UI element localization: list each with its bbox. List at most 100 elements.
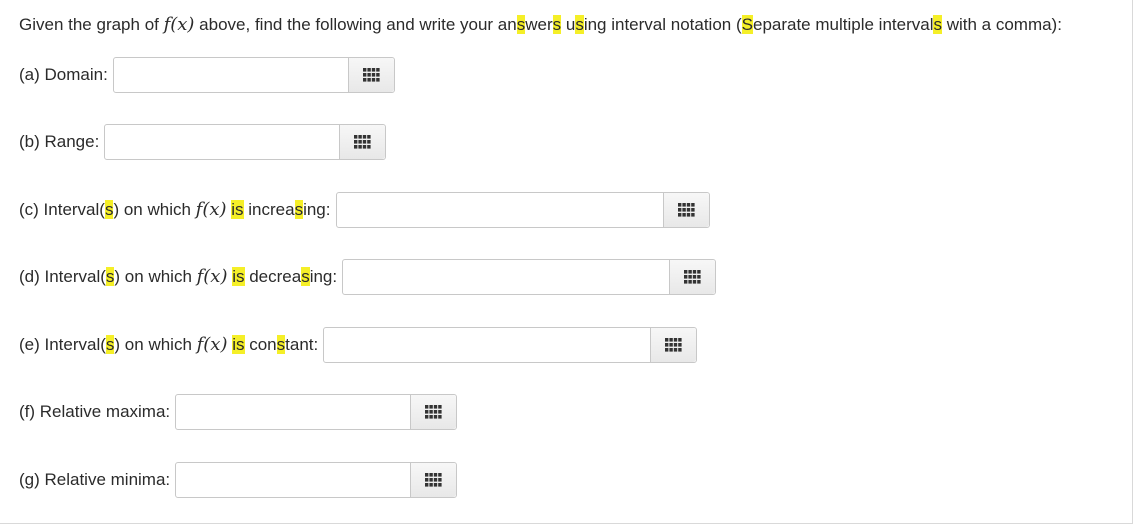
label-part: (c) Interval( (19, 200, 105, 219)
grid-cell (433, 482, 438, 487)
domain-answer-box (112, 57, 395, 93)
grid-cell (678, 342, 682, 347)
grid-keypad-icon (425, 404, 442, 419)
relative-maxima-keypad-button[interactable] (410, 395, 457, 429)
decreasing-input[interactable] (343, 260, 670, 294)
grid-cell (433, 414, 438, 419)
label-part: increa (243, 200, 295, 219)
grid-cell (376, 72, 380, 77)
grid-cell (433, 409, 438, 414)
highlight-mark: is (231, 200, 244, 219)
grid-cell (684, 274, 688, 279)
relative-maxima-answer-box (175, 394, 458, 430)
relative-minima-keypad-button[interactable] (410, 463, 457, 497)
grid-cell (354, 139, 358, 144)
grid-cell (688, 269, 692, 274)
grid-cell (681, 212, 686, 217)
question-domain: (a) Domain: (19, 56, 395, 94)
grid-cell (684, 279, 688, 284)
range-input[interactable] (105, 125, 340, 159)
grid-cell (363, 134, 367, 139)
grid-keypad-icon (425, 472, 442, 487)
label-part: ) on which (114, 267, 197, 286)
grid-cell (674, 347, 678, 352)
constant-label: (e) Interval(s) on which f(x) is constan… (19, 334, 318, 356)
grid-cell (358, 139, 363, 144)
grid-cell (677, 207, 681, 212)
highlight-mark: S (741, 15, 753, 34)
grid-keypad-icon (684, 269, 701, 284)
constant-keypad-button[interactable] (650, 328, 697, 362)
grid-cell (665, 337, 669, 342)
label-part: ing: (303, 200, 331, 219)
grid-cell (692, 279, 697, 284)
function-notation: f(x) (196, 266, 228, 287)
grid-cell (354, 144, 358, 149)
grid-cell (438, 482, 442, 487)
grid-keypad-icon (665, 337, 682, 352)
grid-cell (425, 472, 429, 477)
increasing-label: (c) Interval(s) on which f(x) is increas… (19, 199, 331, 221)
grid-cell (425, 414, 429, 419)
function-notation: f(x) (196, 334, 228, 355)
grid-cell (376, 67, 380, 72)
question-relative-minima: (g) Relative minima: (19, 461, 458, 499)
grid-cell (367, 77, 371, 82)
question-panel: Given the graph of f(x) above, find the … (0, 0, 1133, 524)
constant-input[interactable] (324, 328, 651, 362)
grid-cell (433, 472, 438, 477)
increasing-keypad-button[interactable] (662, 193, 709, 227)
grid-cell (362, 77, 367, 82)
grid-cell (438, 472, 442, 477)
highlight-mark: is (232, 335, 245, 354)
question-relative-maxima: (f) Relative maxima: (19, 393, 458, 431)
function-notation: f(x) (195, 199, 227, 220)
label-part: (e) Interval( (19, 335, 106, 354)
grid-cell (367, 72, 371, 77)
grid-cell (433, 404, 438, 409)
grid-cell (681, 202, 686, 207)
grid-cell (425, 482, 429, 487)
grid-cell (697, 279, 701, 284)
domain-input[interactable] (113, 58, 348, 92)
grid-cell (678, 347, 682, 352)
label-part: ) on which (114, 335, 197, 354)
grid-cell (438, 414, 442, 419)
decreasing-answer-box (342, 259, 717, 295)
grid-cell (697, 274, 701, 279)
relative-minima-input[interactable] (176, 463, 411, 497)
grid-keypad-icon (354, 134, 371, 149)
highlight-mark: s (301, 267, 310, 286)
grid-cell (429, 414, 433, 419)
grid-cell (362, 72, 367, 77)
grid-cell (429, 477, 433, 482)
range-keypad-button[interactable] (339, 125, 386, 159)
grid-cell (429, 472, 433, 477)
domain-label: (a) Domain: (19, 65, 108, 84)
grid-cell (363, 144, 367, 149)
question-constant: (e) Interval(s) on which f(x) is constan… (19, 326, 698, 364)
grid-cell (438, 477, 442, 482)
grid-cell (669, 347, 674, 352)
relative-maxima-label: (f) Relative maxima: (19, 402, 171, 421)
decreasing-keypad-button[interactable] (669, 260, 716, 294)
grid-cell (367, 67, 371, 72)
instructions-part: above, find the following and write your… (194, 15, 517, 34)
relative-maxima-input[interactable] (176, 395, 411, 429)
domain-keypad-button[interactable] (347, 58, 394, 92)
grid-cell (433, 477, 438, 482)
grid-cell (669, 337, 674, 342)
instructions-part: ing interval notation ( (583, 15, 742, 34)
label-part: con (244, 335, 277, 354)
grid-cell (367, 139, 371, 144)
grid-keypad-icon (677, 202, 695, 217)
constant-answer-box (323, 327, 698, 363)
question-increasing: (c) Interval(s) on which f(x) is increas… (19, 191, 710, 229)
instructions-text: Given the graph of f(x) above, find the … (19, 14, 1062, 36)
question-range: (b) Range: (19, 123, 387, 161)
highlight-mark: s (516, 15, 526, 34)
grid-cell (686, 202, 690, 207)
label-part: ) on which (113, 200, 196, 219)
increasing-input[interactable] (336, 193, 663, 227)
grid-cell (425, 477, 429, 482)
